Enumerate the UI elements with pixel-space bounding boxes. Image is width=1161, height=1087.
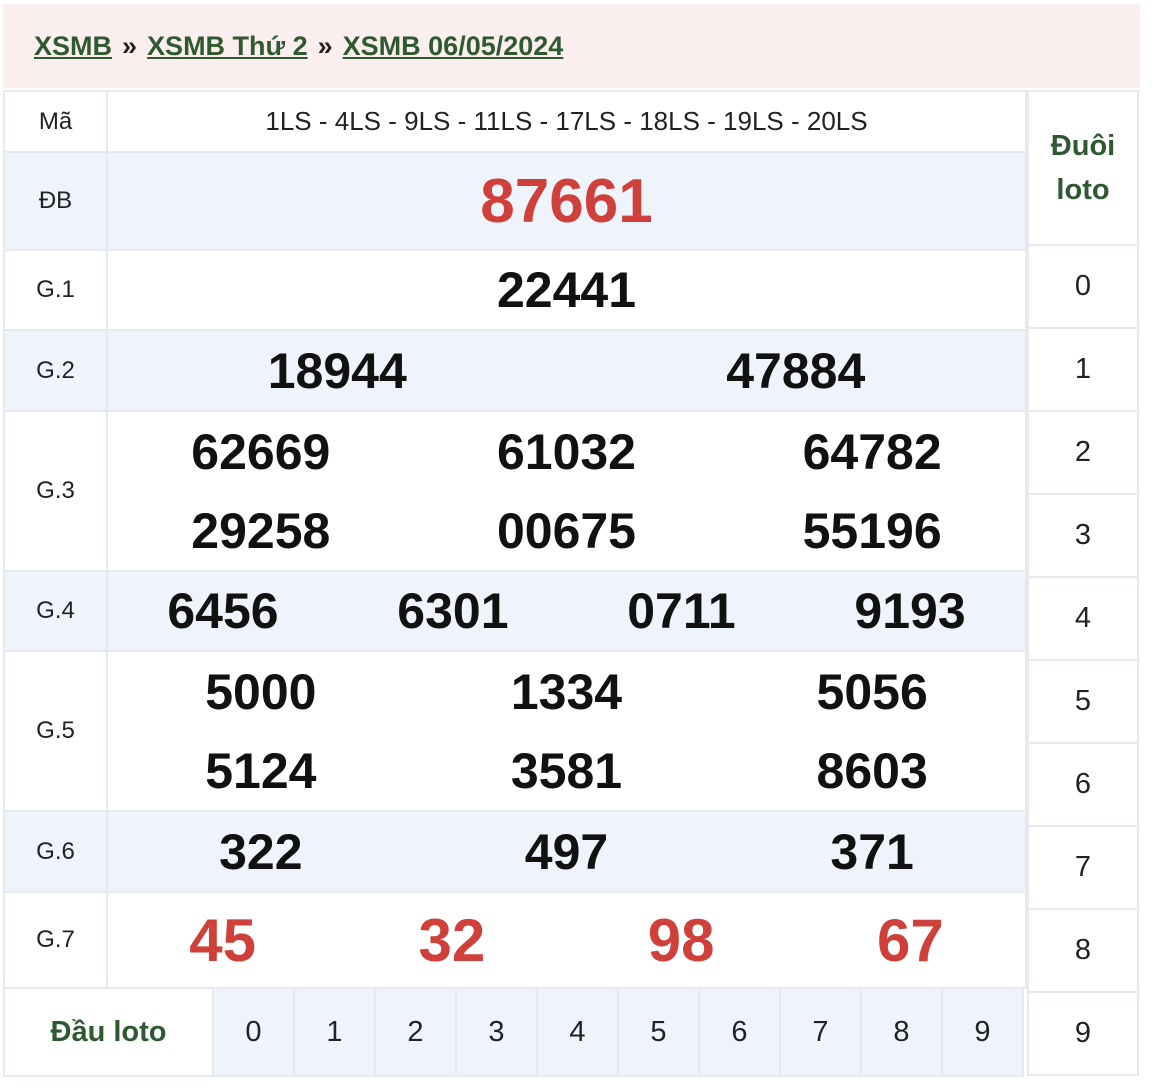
g5-value: 8603 [816,742,928,799]
duoi-loto-cell: 6 [1027,742,1139,827]
breadcrumb-link-xsmb-thu-2[interactable]: XSMB Thứ 2 [147,31,308,62]
g6-row: G.6 322 497 371 [3,810,1027,893]
g7-value: 32 [418,906,486,974]
g5-label: G.5 [3,650,108,812]
duoi-loto-cell: 5 [1027,659,1139,744]
dau-loto-cell: 7 [779,987,862,1077]
duoi-loto-title-line1: Đuôi [1050,130,1116,162]
g3-value: 29258 [191,502,331,559]
g5-value: 5124 [205,742,317,799]
dau-loto-cell: 2 [374,987,457,1077]
g4-value: 6456 [167,583,279,639]
g6-label: G.6 [3,810,108,893]
result-table: Mã 1LS - 4LS - 9LS - 11LS - 17LS - 18LS … [3,90,1027,989]
g1-row: G.1 22441 [3,249,1027,331]
db-value: 87661 [106,151,1027,251]
g1-value: 22441 [106,249,1027,331]
breadcrumb-separator: » [317,30,333,61]
dau-loto-cell: 8 [860,987,943,1077]
g3-value: 55196 [802,502,942,559]
breadcrumb-link-xsmb[interactable]: XSMB [34,31,112,62]
dau-loto-cell: 1 [293,987,376,1077]
g1-label: G.1 [3,249,108,331]
g4-label: G.4 [3,570,108,652]
duoi-loto-table: Đuôi loto 0 1 2 3 4 5 6 7 8 9 [1027,90,1139,1076]
g7-value: 98 [647,906,715,974]
ma-row: Mã 1LS - 4LS - 9LS - 11LS - 17LS - 18LS … [3,90,1027,153]
g5-row: G.5 5000 1334 5056 5124 3581 8603 [3,650,1027,812]
dau-loto-cell: 3 [455,987,538,1077]
g5-value: 5056 [816,663,928,720]
breadcrumb-link-xsmb-date[interactable]: XSMB 06/05/2024 [343,31,564,62]
g6-value: 497 [524,823,609,880]
g2-value: 18944 [267,342,407,399]
g7-value: 45 [189,906,256,974]
g7-row: G.7 45 32 98 67 [3,891,1027,989]
g6-value: 371 [830,823,914,880]
ma-label: Mã [3,90,108,153]
g3-value: 00675 [496,502,636,559]
dau-loto-cell: 5 [617,987,700,1077]
db-row: ĐB 87661 [3,151,1027,251]
g4-value: 9193 [854,583,966,639]
g3-value: 64782 [802,423,942,480]
g5-value: 1334 [510,663,623,720]
g2-row: G.2 18944 47884 [3,329,1027,412]
duoi-loto-title-line2: loto [1056,174,1110,206]
dau-loto-cell: 0 [212,987,295,1077]
duoi-loto-header: Đuôi loto [1027,90,1139,246]
g5-value: 3581 [510,742,623,799]
g6-value: 322 [219,823,303,880]
duoi-loto-cell: 0 [1027,244,1139,329]
duoi-loto-cell: 2 [1027,410,1139,495]
ma-value: 1LS - 4LS - 9LS - 11LS - 17LS - 18LS - 1… [106,90,1027,153]
duoi-loto-cell: 4 [1027,576,1139,661]
g3-value: 61032 [496,423,636,480]
duoi-loto-cell: 8 [1027,908,1139,993]
g2-value: 47884 [726,342,866,399]
g5-value: 5000 [205,663,317,720]
g3-value: 62669 [191,423,331,480]
dau-loto-table: Đầu loto 0 1 2 3 4 5 6 7 8 9 [3,987,1024,1077]
breadcrumb: XSMB » XSMB Thứ 2 » XSMB 06/05/2024 [3,4,1140,88]
dau-loto-title: Đầu loto [3,987,214,1077]
g2-label: G.2 [3,329,108,412]
g4-row: G.4 6456 6301 0711 9193 [3,570,1027,652]
g3-label: G.3 [3,410,108,572]
g4-value: 0711 [627,583,736,639]
g7-label: G.7 [3,891,108,989]
breadcrumb-separator: » [122,30,138,61]
dau-loto-cell: 9 [941,987,1024,1077]
dau-loto-cell: 4 [536,987,619,1077]
duoi-loto-cell: 1 [1027,327,1139,412]
dau-loto-cell: 6 [698,987,781,1077]
duoi-loto-cell: 3 [1027,493,1139,578]
duoi-loto-cell: 9 [1027,991,1139,1076]
duoi-loto-cell: 7 [1027,825,1139,910]
g4-value: 6301 [397,583,509,639]
g3-row: G.3 62669 61032 64782 29258 00675 55196 [3,410,1027,572]
g7-value: 67 [877,906,944,974]
db-label: ĐB [3,151,108,251]
